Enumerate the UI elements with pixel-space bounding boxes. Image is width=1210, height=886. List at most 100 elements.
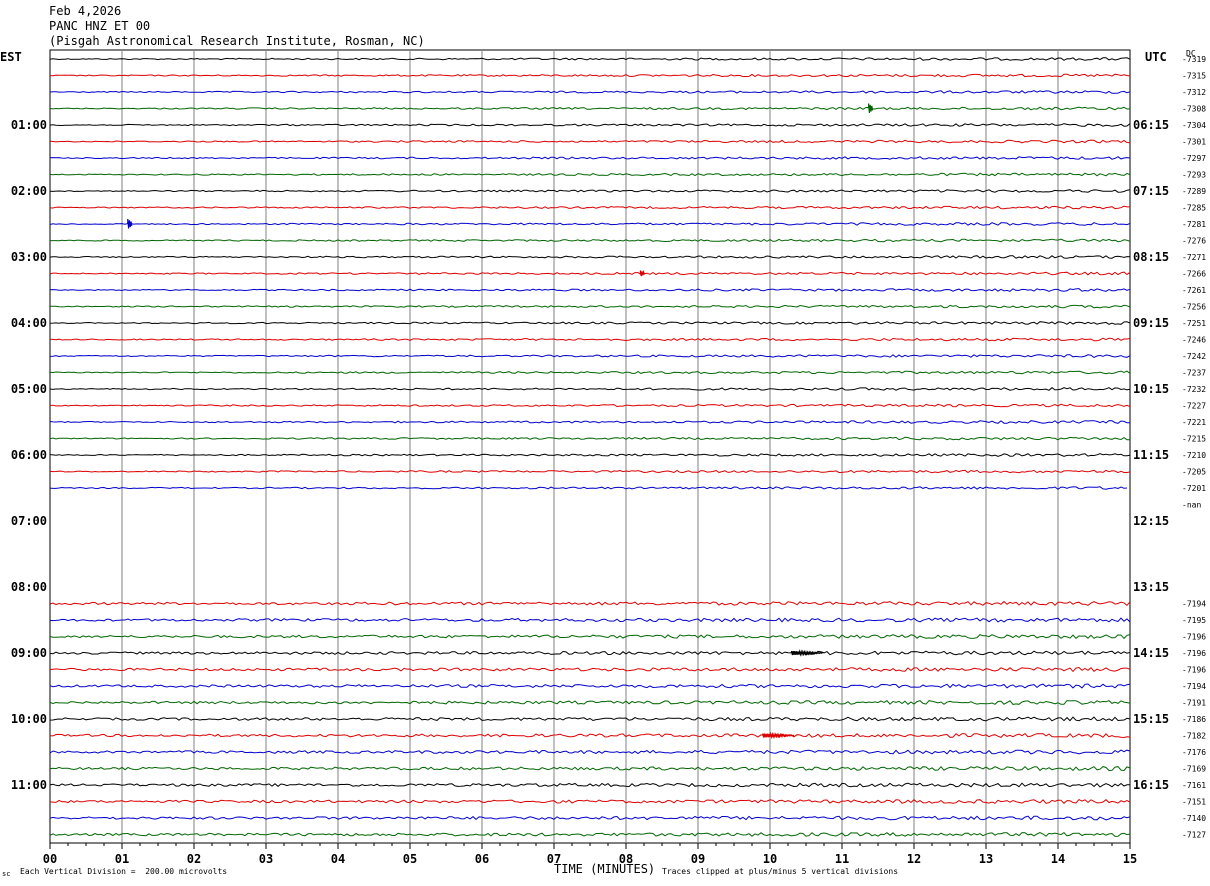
seismic-trace (49, 469, 1131, 474)
x-tick-label: 11 (835, 852, 849, 866)
x-tick-label: 09 (691, 852, 705, 866)
dc-offset-label: -7281 (1182, 220, 1206, 229)
x-tick-label: 12 (907, 852, 921, 866)
dc-offset-label: -7315 (1182, 72, 1206, 81)
left-hour-label: 07:00 (11, 514, 47, 528)
seismic-trace (49, 634, 1131, 640)
seismic-trace (49, 732, 1131, 739)
right-hour-label: 14:15 (1133, 646, 1169, 660)
footer-logo: sc (2, 870, 11, 878)
x-tick-label: 01 (115, 852, 129, 866)
dc-offset-label: -7297 (1182, 154, 1206, 163)
left-hour-label: 08:00 (11, 580, 47, 594)
seismic-trace (49, 156, 1131, 160)
x-tick-label: 13 (979, 852, 993, 866)
dc-offset-label: -7232 (1182, 385, 1206, 394)
seismic-trace (49, 238, 1131, 243)
seismic-trace (49, 321, 1131, 325)
dc-offset-label: -7127 (1182, 831, 1206, 840)
dc-offset-label: -7285 (1182, 204, 1206, 213)
dc-offset-label: -7251 (1182, 319, 1206, 328)
right-hour-label: 13:15 (1133, 580, 1169, 594)
dc-offset-label: -7301 (1182, 138, 1206, 147)
x-tick-label: 02 (187, 852, 201, 866)
left-hour-label: 11:00 (11, 778, 47, 792)
left-hour-label: 05:00 (11, 382, 47, 396)
seismic-trace (49, 370, 1131, 375)
dc-offset-label: -7196 (1182, 649, 1206, 658)
dc-offset-label: -7210 (1182, 451, 1206, 460)
seismic-trace (49, 683, 1131, 689)
seismic-trace (49, 798, 1131, 804)
left-hour-label: 01:00 (11, 118, 47, 132)
dc-offset-label: -7161 (1182, 781, 1206, 790)
seismic-trace (49, 189, 1131, 193)
dc-offset-label: -7196 (1182, 666, 1206, 675)
right-hour-label: 12:15 (1133, 514, 1169, 528)
seismic-trace (49, 700, 1131, 705)
seismic-event (868, 103, 874, 113)
dc-offset-label: -7191 (1182, 699, 1206, 708)
dc-offset-label: -7196 (1182, 633, 1206, 642)
x-tick-label: 00 (43, 852, 57, 866)
seismic-trace (49, 123, 1131, 127)
seismic-trace (49, 420, 1131, 424)
dc-offset-label: -7215 (1182, 435, 1206, 444)
seismic-trace (49, 57, 1131, 61)
dc-offset-label: -7312 (1182, 88, 1206, 97)
right-hour-label: 16:15 (1133, 778, 1169, 792)
dc-offset-label: -7304 (1182, 121, 1206, 130)
dc-offset-label: -7227 (1182, 402, 1206, 411)
left-hour-label: 02:00 (11, 184, 47, 198)
seismic-trace (49, 650, 1131, 656)
dc-offset-label: -7194 (1182, 682, 1206, 691)
seismic-event (762, 731, 795, 740)
dc-offset-label: -7308 (1182, 105, 1206, 114)
right-hour-label: 15:15 (1133, 712, 1169, 726)
seismic-trace (49, 815, 1131, 821)
seismic-trace (49, 337, 1131, 342)
seismic-trace (49, 271, 1131, 276)
scale-note: Each Vertical Division = 200.00 microvol… (20, 867, 228, 876)
right-hour-label: 06:15 (1133, 118, 1169, 132)
left-hour-label: 03:00 (11, 250, 47, 264)
dc-offset-label: -7195 (1182, 616, 1206, 625)
x-tick-label: 04 (331, 852, 345, 866)
x-tick-label: 15 (1123, 852, 1137, 866)
dc-offset-label: -7246 (1182, 336, 1206, 345)
seismic-trace (49, 617, 1131, 623)
x-tick-label: 10 (763, 852, 777, 866)
right-hour-label: 09:15 (1133, 316, 1169, 330)
dc-offset-label: -7237 (1182, 369, 1206, 378)
left-hour-label: 10:00 (11, 712, 47, 726)
right-hour-label: 11:15 (1133, 448, 1169, 462)
dc-offset-label: -7169 (1182, 765, 1206, 774)
left-hour-label: 09:00 (11, 646, 47, 660)
clip-note: Traces clipped at plus/minus 5 vertical … (662, 867, 899, 876)
left-hour-label: 06:00 (11, 448, 47, 462)
dc-offset-label: -7186 (1182, 715, 1206, 724)
right-hour-label: 10:15 (1133, 382, 1169, 396)
right-hour-label: 08:15 (1133, 250, 1169, 264)
seismic-trace (49, 354, 1131, 358)
helicorder-plot: 00 01 02 03 04 05 06 07 08 09 10 11 12 13 14 15-7319-73… (11, 49, 1206, 866)
seismic-trace (49, 600, 1131, 607)
seismic-trace (49, 486, 1128, 490)
dc-offset-label: -7176 (1182, 748, 1206, 757)
seismic-trace (49, 782, 1130, 788)
dc-offset-label: -7319 (1182, 55, 1206, 64)
seismic-trace (49, 831, 1131, 837)
seismic-trace (49, 222, 1131, 226)
seismic-trace (49, 73, 1131, 78)
dc-offset-label: -7266 (1182, 270, 1206, 279)
dc-offset-label: -7140 (1182, 814, 1206, 823)
seismic-trace (49, 106, 1131, 111)
seismic-trace (49, 139, 1131, 144)
dc-offset-label: -7205 (1182, 468, 1206, 477)
dc-offset-label: -7221 (1182, 418, 1206, 427)
x-axis-title: TIME (MINUTES) (554, 862, 656, 876)
dc-offset-label: -7182 (1182, 732, 1206, 741)
seismic-trace (49, 288, 1131, 292)
dc-offset-label: -7256 (1182, 303, 1206, 312)
dc-offset-label: -7242 (1182, 352, 1206, 361)
